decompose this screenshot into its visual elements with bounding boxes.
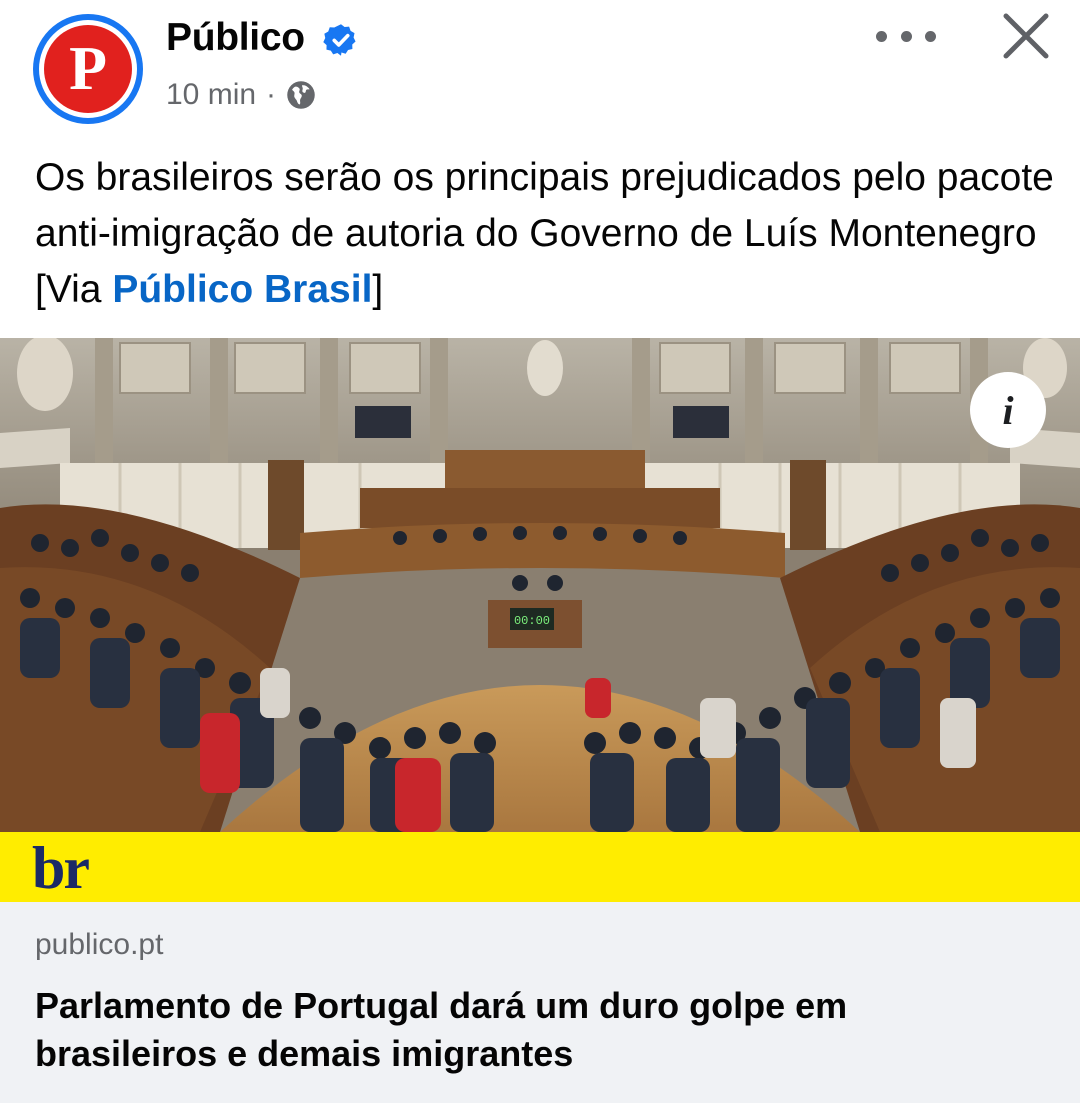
info-button[interactable]: i — [970, 372, 1046, 448]
close-icon[interactable] — [1000, 10, 1052, 62]
post-caption: Os brasileiros serão os principais preju… — [35, 150, 1055, 318]
post-photo[interactable]: 00:00 — [0, 338, 1080, 832]
page-avatar[interactable]: P — [33, 14, 143, 124]
verified-badge-icon — [323, 24, 356, 56]
tribune-clock: 00:00 — [514, 614, 550, 628]
brand-band: br — [0, 832, 1080, 902]
caption-bracket: ] — [372, 268, 384, 311]
caption-link[interactable]: Público Brasil — [112, 268, 372, 311]
post-meta: 10 min · — [166, 78, 316, 112]
br-logo: br — [32, 835, 90, 901]
more-dot-icon — [900, 30, 912, 42]
publico-logo: P — [44, 25, 132, 113]
more-dot-icon — [925, 30, 936, 42]
globe-icon — [287, 81, 315, 109]
link-domain: publico.pt — [35, 928, 164, 961]
page-name[interactable]: Público — [166, 16, 305, 60]
more-dot-icon — [876, 30, 887, 42]
link-headline[interactable]: Parlamento de Portugal dará um duro golp… — [35, 982, 1025, 1078]
more-options-button[interactable] — [876, 18, 936, 54]
post-header: P Público 10 min · — [0, 0, 1080, 130]
parliament-hall-image: 00:00 — [0, 338, 1080, 832]
post-time[interactable]: 10 min — [166, 78, 256, 112]
meta-separator: · — [266, 78, 277, 111]
